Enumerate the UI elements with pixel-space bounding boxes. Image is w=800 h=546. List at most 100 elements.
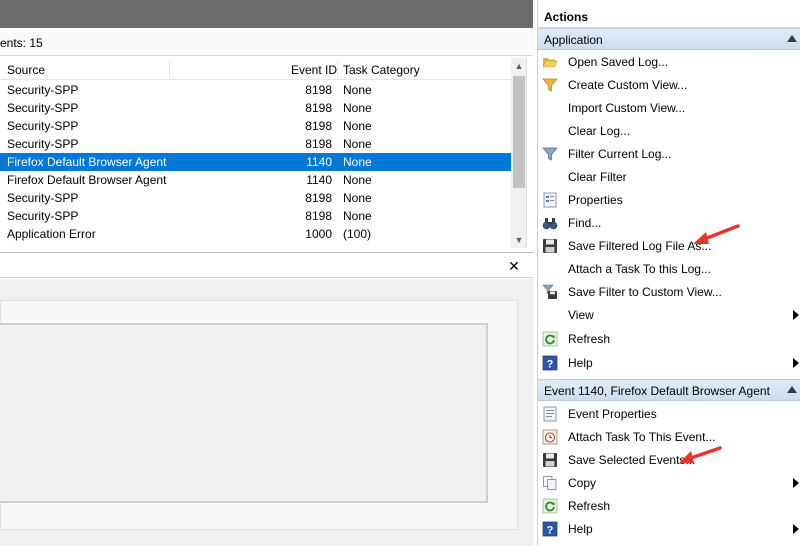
event-detail-header (0, 256, 533, 278)
column-header-task-category[interactable]: Task Category (343, 63, 420, 77)
cell-source: Security-SPP (7, 191, 79, 205)
cell-task-category: None (343, 173, 372, 187)
section-header-event[interactable]: Event 1140, Firefox Default Browser Agen… (538, 379, 800, 401)
funnel-icon (542, 78, 558, 92)
cell-task-category: (100) (343, 227, 372, 241)
actions-pane: Actions Application Open Saved Log... Cr… (537, 0, 800, 546)
events-table[interactable]: Source Event ID Task Category Security-S… (0, 58, 527, 248)
scroll-down-icon[interactable]: ▼ (511, 232, 526, 248)
action-label: Event Properties (568, 407, 657, 421)
action-open-saved-log[interactable]: Open Saved Log... (538, 51, 800, 73)
submenu-arrow-icon (793, 310, 799, 320)
table-row[interactable]: Security-SPP 8198 None (0, 135, 511, 153)
section-header-label: Application (544, 33, 603, 47)
column-header-event-id[interactable]: Event ID (291, 63, 337, 77)
events-count-bar: ents: 15 (0, 28, 533, 56)
refresh-icon (542, 498, 558, 514)
action-save-selected-events[interactable]: Save Selected Events... (538, 449, 800, 471)
action-label: Clear Filter (568, 170, 627, 184)
cell-task-category: None (343, 83, 372, 97)
task-clock-icon (542, 429, 558, 445)
collapse-icon[interactable] (787, 35, 797, 42)
table-row[interactable]: Firefox Default Browser Agent 1140 None (0, 171, 511, 189)
binoculars-icon (542, 218, 558, 230)
action-label: Copy (568, 476, 597, 490)
floppy-disk-icon (543, 453, 557, 467)
action-create-custom-view[interactable]: Create Custom View... (538, 74, 800, 96)
actions-title-bar: Actions (538, 0, 800, 28)
filter-icon (542, 147, 558, 161)
column-divider[interactable] (337, 60, 338, 78)
table-header: Source Event ID Task Category (0, 58, 511, 80)
cell-source: Security-SPP (7, 83, 79, 97)
scroll-up-icon[interactable]: ▲ (511, 58, 526, 74)
scrollbar-thumb[interactable] (513, 76, 525, 188)
cell-event-id: 8198 (305, 191, 332, 205)
action-attach-task-to-log[interactable]: Attach a Task To this Log... (538, 258, 800, 280)
vertical-scrollbar[interactable]: ▲ ▼ (511, 58, 526, 248)
callout-arrow-icon (693, 224, 740, 244)
event-rows: Security-SPP 8198 None Security-SPP 8198 Non… (0, 81, 511, 243)
save-filter-icon (542, 284, 557, 299)
event-properties-icon (543, 406, 557, 422)
action-properties[interactable]: Properties (538, 189, 800, 211)
table-row[interactable]: Security-SPP 8198 None (0, 207, 511, 225)
help-icon: ? (542, 521, 558, 537)
event-detail-textbox[interactable] (0, 323, 488, 503)
svg-text:?: ? (547, 525, 554, 537)
action-label: Find... (568, 216, 602, 230)
cell-source: Security-SPP (7, 209, 79, 223)
action-label: Save Filter to Custom View... (568, 285, 722, 299)
table-row[interactable]: Security-SPP 8198 None (0, 81, 511, 99)
action-find[interactable]: Find... (538, 212, 800, 234)
cell-task-category: None (343, 101, 372, 115)
cell-source: Firefox Default Browser Agent (7, 173, 167, 187)
action-event-properties[interactable]: Event Properties (538, 403, 800, 425)
action-help[interactable]: ? Help (538, 352, 800, 374)
action-refresh[interactable]: Refresh (538, 328, 800, 350)
action-label: Clear Log... (568, 124, 631, 138)
cell-source: Firefox Default Browser Agent (7, 155, 167, 169)
action-copy[interactable]: Copy (538, 472, 800, 494)
action-save-filtered-log-file-as[interactable]: Save Filtered Log File As... (538, 235, 800, 257)
cell-task-category: None (343, 209, 372, 223)
properties-icon (543, 192, 557, 208)
table-row[interactable]: Security-SPP 8198 None (0, 117, 511, 135)
action-filter-current-log[interactable]: Filter Current Log... (538, 143, 800, 165)
section-header-label: Event 1140, Firefox Default Browser Agen… (544, 384, 770, 398)
log-title-bar (0, 0, 533, 28)
cell-source: Security-SPP (7, 119, 79, 133)
svg-text:?: ? (547, 359, 554, 371)
action-label: Import Custom View... (568, 101, 686, 115)
action-label: Filter Current Log... (568, 147, 672, 161)
column-header-source[interactable]: Source (7, 63, 45, 77)
events-count-label: ents: 15 (0, 36, 43, 50)
collapse-icon[interactable] (787, 386, 797, 393)
action-import-custom-view[interactable]: Import Custom View... (538, 97, 800, 119)
action-label: Help (568, 356, 593, 370)
action-attach-task-to-event[interactable]: Attach Task To This Event... (538, 426, 800, 448)
cell-task-category: None (343, 155, 372, 169)
action-label: Properties (568, 193, 623, 207)
action-clear-log[interactable]: Clear Log... (538, 120, 800, 142)
action-view[interactable]: View (538, 304, 800, 326)
close-icon[interactable]: ✕ (506, 258, 522, 274)
table-row[interactable]: Application Error 1000 (100) (0, 225, 511, 243)
cell-source: Security-SPP (7, 101, 79, 115)
action-label: Attach a Task To this Log... (568, 262, 711, 276)
cell-source: Application Error (7, 227, 96, 241)
cell-event-id: 1140 (306, 155, 332, 169)
events-pane: ents: 15 Source Event ID Task Category S… (0, 0, 533, 546)
table-row[interactable]: Security-SPP 8198 None (0, 99, 511, 117)
cell-event-id: 1000 (305, 227, 332, 241)
floppy-disk-icon (543, 239, 557, 253)
callout-arrow-icon (679, 446, 722, 463)
table-row[interactable]: Security-SPP 8198 None (0, 189, 511, 207)
section-header-application[interactable]: Application (538, 28, 800, 50)
action-help-event[interactable]: ? Help (538, 518, 800, 540)
action-clear-filter[interactable]: Clear Filter (538, 166, 800, 188)
action-save-filter-to-custom-view[interactable]: Save Filter to Custom View... (538, 281, 800, 303)
column-divider[interactable] (169, 60, 170, 78)
action-refresh-event[interactable]: Refresh (538, 495, 800, 517)
table-row-selected[interactable]: Firefox Default Browser Agent 1140 None (0, 153, 511, 171)
